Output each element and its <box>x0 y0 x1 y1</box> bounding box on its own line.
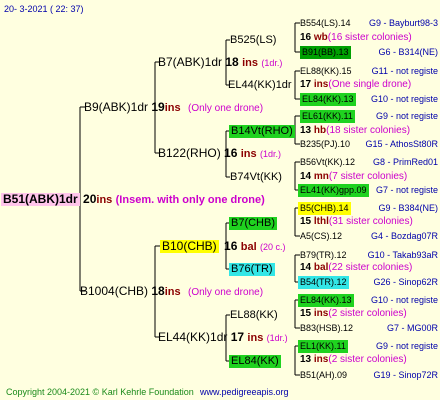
g3-queen-6-name: B76(TR) <box>229 263 275 276</box>
g3-queen-8-name: EL84(KK) <box>229 355 281 368</box>
pedigree-frame: 20- 3-2021 ( 22: 37) B51(ABK)1dr 20ins (… <box>0 0 440 400</box>
g3-queen-4[interactable]: B74Vt(KK) <box>230 170 282 184</box>
grandparent-queen-3-name: B10(CHB) <box>160 239 219 253</box>
g4-queen-15[interactable]: EL1(KK).11 G9 - not registe <box>298 339 440 353</box>
footer-site-link[interactable]: www.pedigreeapis.org <box>200 385 289 399</box>
g3-queen-3-name: B14Vt(RHO) <box>229 125 295 138</box>
g4-queen-3[interactable]: EL88(KK).15 G11 - not registe <box>300 64 440 78</box>
g3-queen-1-name: B525(LS) <box>230 34 277 46</box>
grandparent-queen-2-note: (1dr.) <box>259 149 281 159</box>
parent-queen-2-number: 18 <box>151 284 165 298</box>
grandparent-queen-4-name: EL44(KK)1dr <box>158 330 228 344</box>
parent-queen-2[interactable]: B1004(CHB) 18ins (Only one drone) <box>80 284 263 300</box>
root-queen[interactable]: B51(ABK)1dr 20ins (Insem. with only one … <box>1 192 265 207</box>
report-date: 20- 3-2021 ( 22: 37) <box>4 4 84 14</box>
root-queen-number: 20 <box>83 192 97 206</box>
root-queen-name: B51(ABK)1dr <box>1 192 80 206</box>
parent-queen-1-note: (Only one drone) <box>187 103 264 114</box>
g3-queen-5-name: B7(CHB) <box>229 217 278 230</box>
g4-queen-9[interactable]: B5(CHB).14 G9 - B384(NE) <box>298 201 440 215</box>
grandparent-queen-1[interactable]: B7(ABK)1dr 18 ins (1dr.) <box>158 55 282 70</box>
g3-queen-8-sisters: 13 ins(2 sister colonies) <box>300 354 407 365</box>
root-queen-ins: ins <box>96 194 113 206</box>
g3-queen-2[interactable]: EL44(KK)1dr <box>228 78 292 92</box>
g4-queen-4[interactable]: EL84(KK).13 G10 - not registe <box>300 92 440 106</box>
grandparent-queen-3-note: (20 c.) <box>259 242 286 252</box>
grandparent-queen-3-number: 16 <box>224 239 238 253</box>
g3-queen-6[interactable]: B76(TR) <box>229 262 275 276</box>
g3-queen-5[interactable]: B7(CHB) <box>229 216 278 230</box>
g4-queen-10[interactable]: A5(CS).12 G4 - Bozdag07R <box>300 229 440 243</box>
g3-queen-4-name: B74Vt(KK) <box>230 171 282 183</box>
g3-queen-8[interactable]: EL84(KK) <box>229 354 281 368</box>
grandparent-queen-2-number: 16 <box>224 146 238 160</box>
parent-queen-1-ins: ins <box>164 102 181 114</box>
g4-queen-6[interactable]: B235(PJ).10 G15 - AthosSt80R <box>300 137 440 151</box>
g3-queen-3[interactable]: B14Vt(RHO) <box>229 124 295 138</box>
grandparent-queen-1-number: 18 <box>225 55 239 69</box>
grandparent-queen-1-name: B7(ABK)1dr <box>158 55 223 69</box>
grandparent-queen-3-ins: bal <box>240 241 257 253</box>
g3-queen-1-sisters: 16 wb(16 sister colonies) <box>300 32 412 43</box>
g4-queen-13[interactable]: EL84(KK).13 G10 - not registe <box>298 293 440 307</box>
g3-queen-7-sisters: 15 ins(2 sister colonies) <box>300 308 407 319</box>
g3-queen-7[interactable]: EL88(KK) <box>230 308 278 322</box>
parent-queen-1[interactable]: B9(ABK)1dr 19ins (Only one drone) <box>84 100 263 116</box>
g3-queen-5-sisters: 15 lthl(31 sister colonies) <box>300 216 413 227</box>
g4-queen-14[interactable]: B83(HSB).12 G7 - MG00R <box>300 321 440 335</box>
grandparent-queen-1-ins: ins <box>242 57 258 69</box>
g3-queen-3-sisters: 13 hb(18 sister colonies) <box>300 125 411 136</box>
g4-queen-11[interactable]: B79(TR).12 G10 - Takab93aR <box>300 248 440 262</box>
root-queen-note: (Insem. with only one drone) <box>115 194 265 206</box>
g4-queen-7[interactable]: B56Vt(KK).12 G8 - PrimRed01 <box>300 155 440 169</box>
parent-queen-2-name: B1004(CHB) <box>80 284 149 298</box>
footer-copyright: Copyright 2004-2021 © Karl Kehrle Founda… <box>6 387 194 397</box>
parent-queen-1-number: 19 <box>151 100 165 114</box>
parent-queen-2-ins: ins <box>164 286 181 298</box>
parent-queen-1-name: B9(ABK)1dr <box>84 100 149 114</box>
g3-queen-2-sisters: 17 ins(One single drone) <box>300 79 412 90</box>
g4-queen-12[interactable]: B54(TR).12 G26 - Sinop62R <box>298 275 440 289</box>
grandparent-queen-2-name: B122(RHO) <box>158 146 221 160</box>
g3-queen-4-sisters: 14 mn(7 sister colonies) <box>300 171 408 182</box>
parent-queen-2-note: (Only one drone) <box>187 287 264 298</box>
grandparent-queen-4-number: 17 <box>230 330 245 344</box>
grandparent-queen-2[interactable]: B122(RHO) 16 ins (1dr.) <box>158 146 281 161</box>
g4-queen-2[interactable]: B91(BB).13 G6 - B314(NE) <box>300 45 440 59</box>
g3-queen-2-name: EL44(KK)1dr <box>228 79 292 91</box>
g4-queen-1[interactable]: B554(LS).14 G9 - Bayburt98-3 <box>300 16 440 30</box>
g3-queen-1[interactable]: B525(LS) <box>230 33 276 47</box>
grandparent-queen-4-ins: ins <box>247 332 264 344</box>
grandparent-queen-1-note: (1dr.) <box>261 58 283 68</box>
g4-queen-16[interactable]: B51(AH).09 G19 - Sinop72R <box>300 368 440 382</box>
grandparent-queen-3[interactable]: B10(CHB) 16 bal (20 c.) <box>160 239 286 254</box>
g3-queen-7-name: EL88(KK) <box>230 309 278 321</box>
g4-queen-8[interactable]: EL41(KK)gpp.09 G7 - not registe <box>298 183 440 197</box>
grandparent-queen-4-note: (1dr.) <box>266 333 288 343</box>
grandparent-queen-2-ins: ins <box>240 148 257 160</box>
g3-queen-6-sisters: 14 bal(22 sister colonies) <box>300 262 413 273</box>
grandparent-queen-4[interactable]: EL44(KK)1dr 17 ins (1dr.) <box>158 330 288 345</box>
g4-queen-5[interactable]: EL61(KK).11 G9 - not registe <box>300 109 440 123</box>
